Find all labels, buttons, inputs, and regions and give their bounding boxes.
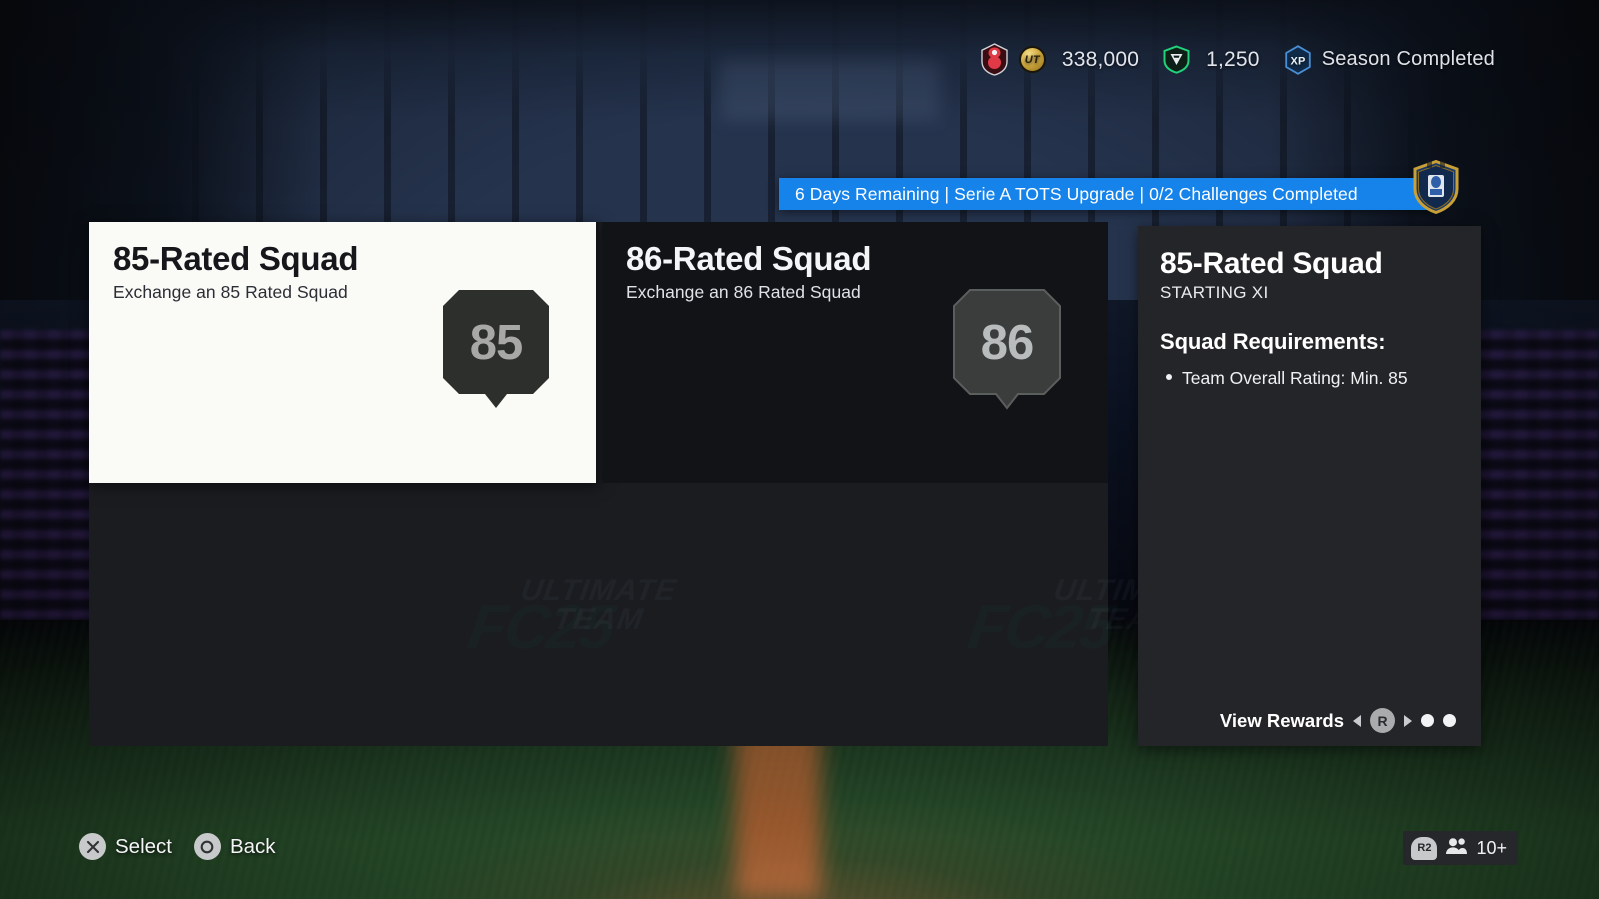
sbc-set-badge-icon <box>1413 159 1459 215</box>
ultimate-team-crest-watermark-2 <box>794 537 944 702</box>
challenge-banner-text: 6 Days Remaining | Serie A TOTS Upgrade … <box>795 183 1358 204</box>
select-label: Select <box>115 834 172 858</box>
rating-shield-icon: 86 <box>952 288 1062 410</box>
chevron-right-icon[interactable] <box>1404 714 1412 727</box>
back-prompt[interactable]: Back <box>193 833 276 860</box>
fc-logo-watermark-2: FC25 <box>964 592 1117 663</box>
top-status-bar: UT 338,000 1,250 XP Season Completed <box>980 43 1495 76</box>
pagination-dot-1[interactable] <box>1421 714 1434 727</box>
pagination-dot-2[interactable] <box>1443 714 1456 727</box>
ultimate-team-text-watermark: ULTIMATE TEAM <box>518 574 679 636</box>
challenge-card-86-rated[interactable]: 86-Rated Squad Exchange an 86 Rated Squa… <box>602 222 1108 483</box>
requirements-heading: Squad Requirements: <box>1160 328 1386 354</box>
ultimate-team-crest-watermark <box>284 537 434 702</box>
fc-points-balance: 1,250 <box>1206 47 1260 71</box>
back-label: Back <box>229 834 276 858</box>
r2-trigger-button[interactable]: R2 <box>1411 836 1438 860</box>
challenge-banner-wrap: 6 Days Remaining | Serie A TOTS Upgrade … <box>779 159 1463 215</box>
r-bumper-glyph: R <box>1377 712 1388 729</box>
ps-circle-icon <box>193 833 221 860</box>
ps-cross-icon <box>79 833 106 860</box>
challenge-card-85-rated[interactable]: 85-Rated Squad Exchange an 85 Rated Squa… <box>89 222 599 483</box>
challenge-banner[interactable]: 6 Days Remaining | Serie A TOTS Upgrade … <box>779 178 1434 210</box>
requirements-list: Team Overall Rating: Min. 85 <box>1160 365 1459 391</box>
fc-logo-watermark: FC25 <box>464 592 617 663</box>
card-title: 86-Rated Squad <box>626 240 872 277</box>
coin-balance: 338,000 <box>1061 47 1140 71</box>
season-status-label: Season Completed <box>1321 48 1495 70</box>
coin-glyph: UT <box>1024 53 1040 66</box>
club-crest-icon <box>980 43 1009 76</box>
card-title: 85-Rated Squad <box>113 240 359 277</box>
ultimate-watermark-line2: TEAM <box>551 602 646 636</box>
friends-count-label: 10+ <box>1476 837 1507 858</box>
detail-title: 85-Rated Squad <box>1160 247 1383 280</box>
svg-text:XP: XP <box>1290 55 1305 67</box>
fc-watermark-text: FC25 <box>464 593 618 662</box>
rating-value: 85 <box>469 316 524 370</box>
rating-value: 86 <box>980 316 1035 370</box>
detail-subtitle: STARTING XI <box>1160 282 1269 302</box>
rating-shield-icon: 85 <box>441 288 551 410</box>
r-bumper-button[interactable]: R <box>1370 708 1395 733</box>
ultimate-watermark-line1: ULTIMATE <box>518 574 679 607</box>
fc-watermark-text-2: FC25 <box>964 593 1118 662</box>
view-rewards-control[interactable]: View Rewards R <box>1138 708 1481 733</box>
chevron-left-icon[interactable] <box>1353 714 1361 727</box>
online-friends-widget[interactable]: R2 10+ <box>1403 831 1518 865</box>
bottom-button-prompts: Select Back <box>79 833 276 860</box>
people-icon <box>1445 837 1468 860</box>
select-prompt[interactable]: Select <box>79 833 172 860</box>
sbc-challenge-list: FC25 FC25 ULTIMATE TEAM ULTIMATE TEAM 85… <box>89 222 1212 746</box>
challenge-detail-panel: 85-Rated Squad STARTING XI Squad Require… <box>1138 226 1481 746</box>
r2-glyph: R2 <box>1417 842 1432 854</box>
fc-points-icon <box>1163 45 1190 74</box>
ut-coin-icon: UT <box>1018 46 1046 73</box>
requirement-item: Team Overall Rating: Min. 85 <box>1160 365 1459 391</box>
view-rewards-label: View Rewards <box>1219 709 1344 731</box>
xp-icon: XP <box>1284 44 1312 75</box>
